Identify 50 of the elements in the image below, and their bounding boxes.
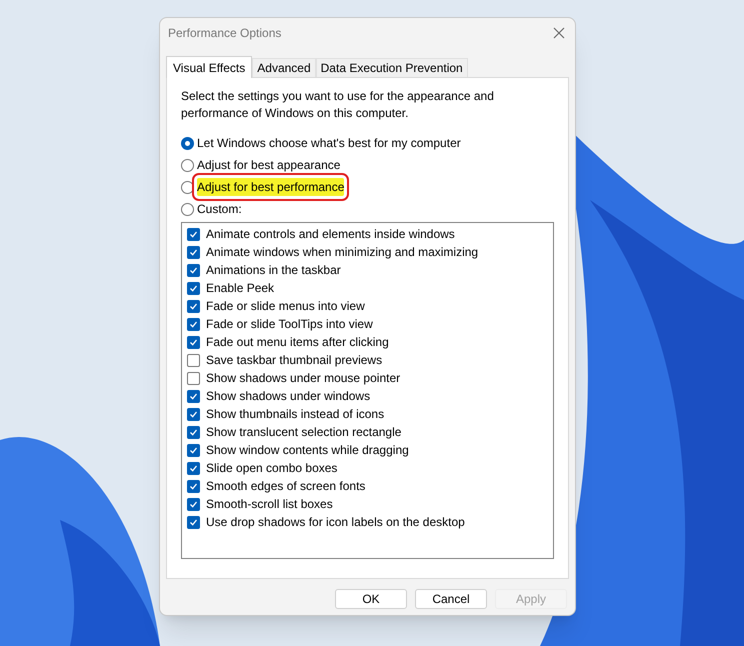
checkbox[interactable] xyxy=(187,408,200,420)
effect-label: Animate windows when minimizing and maximizing xyxy=(206,244,478,261)
effect-label: Smooth-scroll list boxes xyxy=(206,496,333,513)
effect-label: Use drop shadows for icon labels on the desktop xyxy=(206,514,465,531)
checkbox[interactable] xyxy=(187,444,200,456)
checkbox[interactable] xyxy=(187,300,200,312)
option-label: Adjust for best appearance xyxy=(197,157,340,174)
window-title: Performance Options xyxy=(168,25,282,42)
checkbox[interactable] xyxy=(187,426,200,438)
checkbox[interactable] xyxy=(187,264,200,276)
effect-label: Show shadows under windows xyxy=(206,388,370,405)
effect-label: Save taskbar thumbnail previews xyxy=(206,352,382,369)
checkbox[interactable] xyxy=(187,462,200,474)
effect-label: Show shadows under mouse pointer xyxy=(206,370,400,387)
checkbox[interactable] xyxy=(187,354,200,366)
checkbox[interactable] xyxy=(187,246,200,258)
close-icon[interactable] xyxy=(553,27,565,39)
effect-label: Show window contents while dragging xyxy=(206,442,409,459)
effect-label: Enable Peek xyxy=(206,280,274,297)
checkbox[interactable] xyxy=(187,480,200,492)
checkbox[interactable] xyxy=(187,282,200,294)
checkbox[interactable] xyxy=(187,228,200,240)
effect-label: Fade out menu items after clicking xyxy=(206,334,389,351)
checkbox[interactable] xyxy=(187,516,200,528)
radio-button[interactable] xyxy=(181,180,194,194)
radio-button[interactable] xyxy=(181,158,194,172)
checkbox[interactable] xyxy=(187,498,200,510)
effect-label: Show thumbnails instead of icons xyxy=(206,406,384,423)
effect-label: Animations in the taskbar xyxy=(206,262,341,279)
effect-label: Fade or slide ToolTips into view xyxy=(206,316,373,333)
effect-label: Show translucent selection rectangle xyxy=(206,424,402,441)
effect-label: Smooth edges of screen fonts xyxy=(206,478,366,495)
tab[interactable]: Advanced xyxy=(252,58,316,77)
checkbox[interactable] xyxy=(187,390,200,402)
effect-label: Animate controls and elements inside windows xyxy=(206,226,455,243)
option-label: Let Windows choose what's best for my computer xyxy=(197,135,461,152)
description-text: Select the settings you want to use for the appearance and performance of Windows on this computer. xyxy=(181,88,495,122)
effect-label: Fade or slide menus into view xyxy=(206,298,365,315)
checkbox[interactable] xyxy=(187,372,200,384)
dialog-button[interactable]: OK xyxy=(335,589,407,609)
tab[interactable]: Visual Effects xyxy=(166,56,252,78)
option-label: Adjust for best performance xyxy=(197,178,344,196)
radio-button[interactable] xyxy=(181,202,194,216)
effect-label: Slide open combo boxes xyxy=(206,460,338,477)
checkbox[interactable] xyxy=(187,318,200,330)
dialog-button[interactable]: Cancel xyxy=(415,589,487,609)
option-label: Custom: xyxy=(197,201,242,218)
checkbox[interactable] xyxy=(187,336,200,348)
radio-button[interactable] xyxy=(181,136,194,150)
tab[interactable]: Data Execution Prevention xyxy=(316,58,468,77)
